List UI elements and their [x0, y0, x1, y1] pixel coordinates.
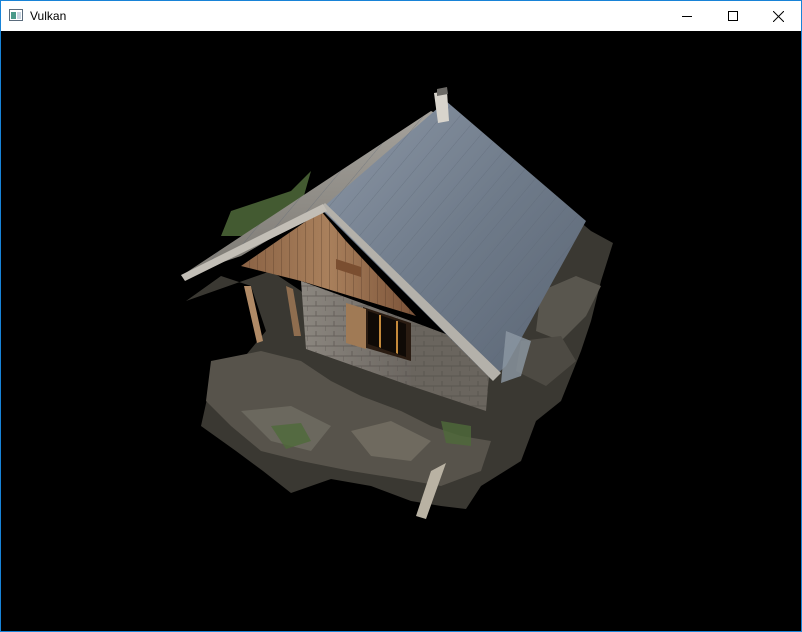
minimize-icon [682, 16, 692, 17]
minimize-button[interactable] [664, 1, 710, 31]
app-window: Vulkan [0, 0, 802, 632]
maximize-button[interactable] [710, 1, 756, 31]
cabin-3d-render [181, 87, 613, 519]
maximize-icon [728, 11, 738, 21]
window-title: Vulkan [30, 9, 67, 23]
close-icon [772, 10, 784, 22]
application-window-icon[interactable] [9, 9, 23, 21]
close-button[interactable] [755, 1, 801, 31]
title-bar[interactable]: Vulkan [1, 1, 801, 31]
render-viewport[interactable] [1, 31, 801, 631]
